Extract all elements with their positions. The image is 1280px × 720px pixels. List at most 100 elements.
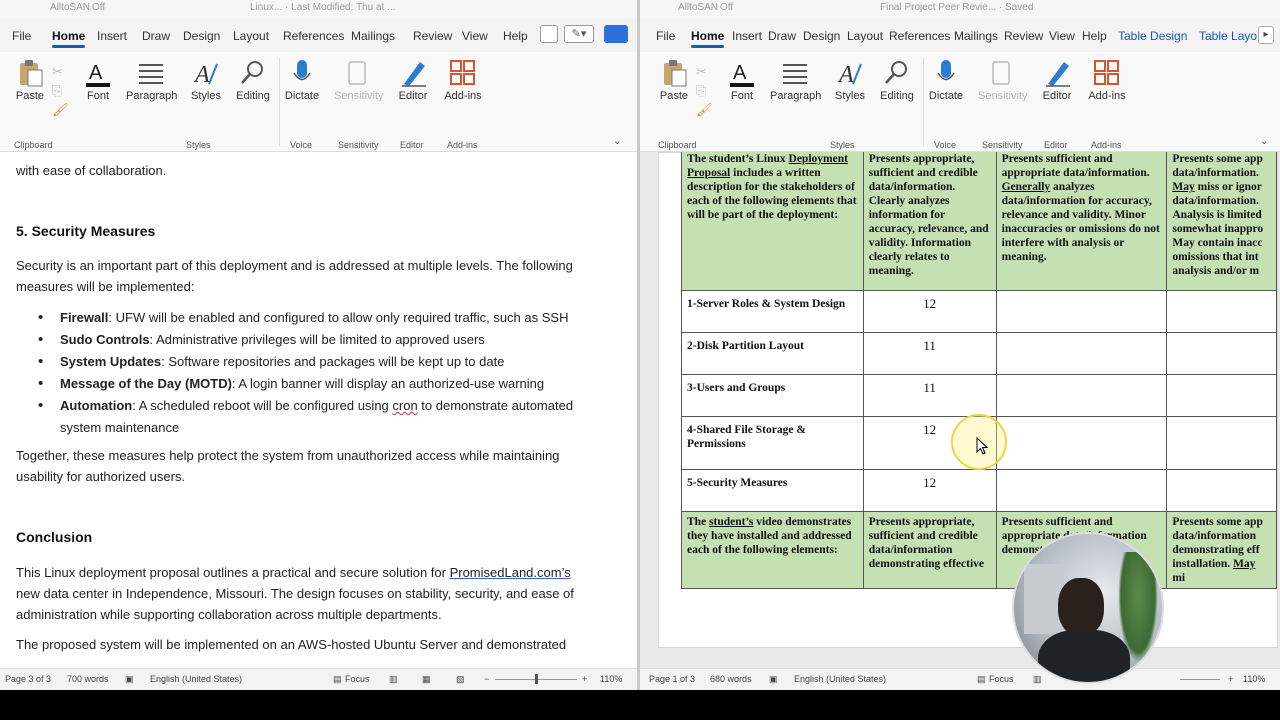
rubric-row-label[interactable]: 1-Server Roles & System Design xyxy=(681,290,864,333)
right-font-button[interactable]: A Font xyxy=(726,58,758,102)
left-dictate-button[interactable]: Dictate xyxy=(284,58,320,102)
left-clipboard-small-icons[interactable]: ✂ ⎘ 🖌 xyxy=(52,62,69,119)
rubric-row-label[interactable]: 5-Security Measures xyxy=(681,469,864,512)
right-tab-table-layout[interactable]: Table Layo xyxy=(1199,29,1257,43)
left-tab-review[interactable]: Review xyxy=(413,29,452,43)
left-font-button[interactable]: A Font xyxy=(82,58,114,102)
rubric-header-level-2[interactable]: Presents sufficient and appropriate data… xyxy=(995,152,1168,291)
right-word-count[interactable]: 680 words xyxy=(710,674,752,684)
left-tab-file[interactable]: File xyxy=(12,29,31,43)
left-styles-button[interactable]: A Styles xyxy=(190,58,222,102)
right-editing-button[interactable]: Editing xyxy=(879,58,915,102)
rubric-cell[interactable] xyxy=(1166,416,1277,470)
right-tab-mailings[interactable]: Mailings xyxy=(954,29,998,43)
rubric-cell[interactable] xyxy=(1166,374,1277,417)
right-zoom-level[interactable]: 110% xyxy=(1243,674,1265,684)
comments-icon[interactable] xyxy=(540,25,558,43)
rubric-cell[interactable] xyxy=(1166,332,1277,375)
left-focus-label[interactable]: Focus xyxy=(345,674,370,684)
right-editor-button[interactable]: Editor xyxy=(1040,58,1074,102)
left-autosave-toggle[interactable]: Off xyxy=(92,2,105,13)
rubric-cell[interactable] xyxy=(995,469,1168,512)
rubric-footer-level-3[interactable]: Presents some app data/information demon… xyxy=(1166,511,1277,589)
rubric-cell[interactable] xyxy=(1166,469,1277,512)
rubric-score[interactable]: 11 xyxy=(862,332,997,375)
left-web-layout-icon[interactable]: ▧ xyxy=(456,674,465,685)
left-word-count[interactable]: 700 words xyxy=(67,674,109,684)
right-tab-help[interactable]: Help xyxy=(1082,29,1107,43)
rubric-footer-criteria[interactable]: The student’s video demonstrates they ha… xyxy=(681,511,864,589)
right-zoom-slider[interactable] xyxy=(1180,679,1220,680)
left-tab-insert[interactable]: Insert xyxy=(97,29,127,43)
left-page-count[interactable]: Page 3 of 3 xyxy=(5,674,51,684)
right-tab-table-design[interactable]: Table Design xyxy=(1118,29,1187,43)
right-clipboard-small-icons[interactable]: ✂ ⎘ 🖌 xyxy=(696,62,713,119)
left-paste-button[interactable]: Paste xyxy=(14,58,46,102)
rubric-cell[interactable] xyxy=(995,332,1168,375)
right-paragraph-button[interactable]: Paragraph xyxy=(770,58,821,102)
left-read-mode-icon[interactable]: ▥ xyxy=(389,674,398,685)
left-zoom-level[interactable]: 110% xyxy=(600,674,622,684)
right-tab-references[interactable]: References xyxy=(889,29,950,43)
right-paste-button[interactable]: Paste xyxy=(658,58,690,102)
left-zoom-thumb[interactable] xyxy=(535,674,538,684)
left-paragraph-button[interactable]: Paragraph xyxy=(126,58,177,102)
right-tab-insert[interactable]: Insert xyxy=(732,29,762,43)
left-tab-draw[interactable]: Draw xyxy=(142,29,170,43)
right-addins-button[interactable]: Add-ins xyxy=(1088,58,1126,102)
left-zoom-out-icon[interactable]: − xyxy=(484,674,489,684)
left-language[interactable]: English (United States) xyxy=(150,674,242,684)
share-icon[interactable] xyxy=(604,25,628,43)
rubric-footer-level-1[interactable]: Presents appropriate, sufficient and cre… xyxy=(862,511,997,589)
left-proofing-icon[interactable]: ▣ xyxy=(125,674,134,685)
rubric-cell[interactable] xyxy=(995,416,1168,470)
left-tab-mailings[interactable]: Mailings xyxy=(351,29,395,43)
left-editing-button[interactable]: Editing xyxy=(235,58,271,102)
right-ribbon-collapse-icon[interactable]: ⌄ xyxy=(1260,136,1268,147)
right-focus-icon[interactable]: ▤ xyxy=(977,674,986,685)
right-language[interactable]: English (United States) xyxy=(794,674,886,684)
tabs-scroll-right-icon[interactable]: ▸ xyxy=(1258,26,1274,44)
right-tab-home[interactable]: Home xyxy=(691,29,725,48)
right-tab-draw[interactable]: Draw xyxy=(768,29,796,43)
rubric-row-label[interactable]: 2-Disk Partition Layout xyxy=(681,332,864,375)
rubric-header-level-1[interactable]: Presents appropriate, sufficient and cre… xyxy=(862,152,997,291)
left-tab-view[interactable]: View xyxy=(462,29,488,43)
left-ribbon-collapse-icon[interactable]: ⌄ xyxy=(613,136,621,147)
right-autosave-toggle[interactable]: Off xyxy=(720,2,733,13)
left-document-title[interactable]: Linux... · Last Modified: Thu at ... xyxy=(250,2,395,13)
left-addins-button[interactable]: Add-ins xyxy=(444,58,482,102)
left-print-layout-icon[interactable]: ▦ xyxy=(422,674,431,685)
rubric-cell[interactable] xyxy=(995,290,1168,333)
rubric-score[interactable]: 12 xyxy=(862,290,997,333)
rubric-row-label[interactable]: 3-Users and Groups xyxy=(681,374,864,417)
right-tab-review[interactable]: Review xyxy=(1004,29,1043,43)
right-dictate-button[interactable]: Dictate xyxy=(928,58,964,102)
right-sensitivity-button[interactable]: Sensitivity xyxy=(978,58,1028,102)
right-proofing-icon[interactable]: ▣ xyxy=(769,674,778,685)
right-tab-design[interactable]: Design xyxy=(803,29,840,43)
left-tab-references[interactable]: References xyxy=(283,29,344,43)
right-tab-layout[interactable]: Layout xyxy=(847,29,883,43)
rubric-row-label[interactable]: 4-Shared File Storage & Permissions xyxy=(681,416,864,470)
left-tab-help[interactable]: Help xyxy=(503,29,528,43)
left-focus-icon[interactable]: ▤ xyxy=(333,674,342,685)
rubric-score[interactable]: 12 xyxy=(862,469,997,512)
right-zoom-in-icon[interactable]: + xyxy=(1228,674,1233,684)
left-editor-button[interactable]: Editor xyxy=(396,58,430,102)
left-zoom-in-icon[interactable]: + xyxy=(582,674,587,684)
rubric-header-criteria[interactable]: The student’s Linux Deployment Proposal … xyxy=(681,152,864,291)
right-tab-view[interactable]: View xyxy=(1049,29,1075,43)
right-document-title[interactable]: Final Project Peer Revie... · Saved xyxy=(880,2,1033,13)
right-focus-label[interactable]: Focus xyxy=(989,674,1014,684)
left-tab-layout[interactable]: Layout xyxy=(233,29,269,43)
editing-mode-icon[interactable]: ✎▾ xyxy=(564,25,594,43)
rubric-header-level-3[interactable]: Presents some app data/information. May … xyxy=(1166,152,1277,291)
rubric-cell[interactable] xyxy=(1166,290,1277,333)
rubric-cell[interactable] xyxy=(995,374,1168,417)
right-styles-button[interactable]: A Styles xyxy=(834,58,866,102)
right-page-count[interactable]: Page 1 of 3 xyxy=(649,674,695,684)
left-tab-home[interactable]: Home xyxy=(52,29,86,48)
rubric-score[interactable]: 11 xyxy=(862,374,997,417)
left-tab-design[interactable]: Design xyxy=(183,29,220,43)
